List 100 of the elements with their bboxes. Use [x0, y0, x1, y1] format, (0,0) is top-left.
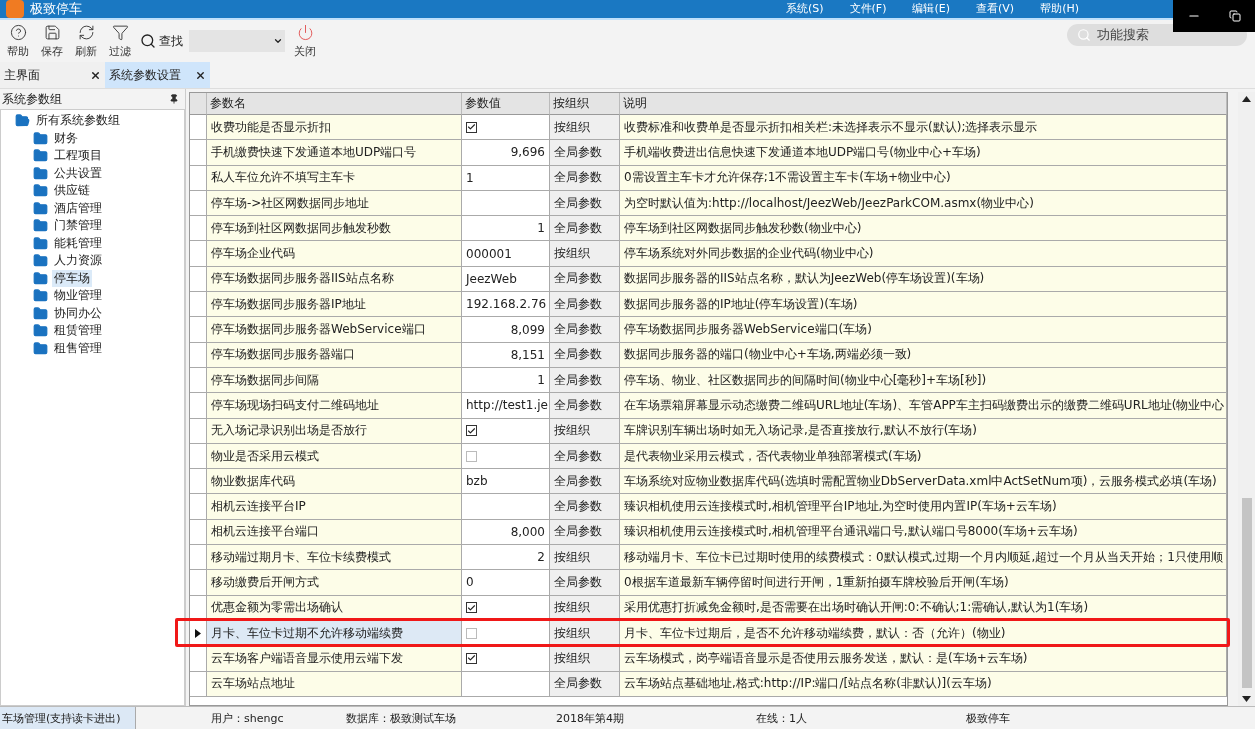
table-cell: 0	[462, 570, 550, 596]
table-cell: 停车场数据同步服务器IP地址	[207, 292, 462, 318]
tree-item[interactable]: 财务	[52, 129, 80, 147]
scroll-down-icon[interactable]	[1242, 696, 1251, 702]
table-cell: 是代表物业采用云模式，否代表物业单独部署模式(车场)	[620, 443, 1227, 470]
table-cell: 云车场模式，岗亭端语音显示是否使用云服务发送，默认：是(车场+云车场)	[620, 646, 1227, 672]
table-cell: 为空时默认值为:http://localhost/JeezWeb/JeezParkCOM.asmx(物业中心)	[620, 190, 1227, 217]
close-icon[interactable]	[195, 69, 206, 81]
menu-item[interactable]: 文件(F)	[849, 2, 887, 16]
checkbox[interactable]	[466, 627, 477, 639]
menu-item[interactable]: 系统(S)	[786, 2, 824, 16]
table-cell: 按组织	[550, 646, 620, 672]
tab[interactable]: 系统参数设置	[105, 62, 210, 88]
table-cell: bzb	[462, 469, 550, 495]
table-cell: 数据同步服务器的IP地址(停车场设置)(车场)	[620, 292, 1227, 318]
table-cell: 私人车位允许不填写主车卡	[207, 165, 462, 191]
checkbox[interactable]	[466, 121, 477, 133]
menu-item[interactable]: 帮助(H)	[1040, 2, 1079, 16]
column-header[interactable]: 说明	[620, 93, 1227, 115]
table-cell: 停车场数据同步服务器WebService端口(车场)	[620, 317, 1227, 343]
table-cell: 停车场数据同步间隔	[207, 367, 462, 394]
tree-item[interactable]: 酒店管理	[52, 199, 104, 217]
close-icon[interactable]	[90, 69, 101, 81]
checkbox[interactable]	[466, 450, 477, 462]
menu-item[interactable]: 编辑(E)	[912, 2, 951, 16]
table-cell: 停车场、物业、社区数据同步的间隔时间(物业中心[毫秒]+车场[秒])	[620, 367, 1227, 394]
tree-item[interactable]: 能耗管理	[52, 234, 104, 252]
checkbox[interactable]	[466, 652, 477, 664]
table-cell: 全局参数	[550, 494, 620, 520]
table-cell: 2	[462, 545, 550, 571]
scroll-up-icon[interactable]	[1242, 96, 1251, 102]
table-cell: 车场系统对应物业数据库代码(选填时需配置物业DbServerData.xml中ActSetNum项)，云服务模式必填(车场)	[620, 469, 1227, 495]
table-cell: 移动缴费后开闸方式	[207, 570, 462, 596]
table-cell: 全局参数	[550, 317, 620, 343]
table-cell: 停车场系统对外同步数据的企业代码(物业中心)	[620, 241, 1227, 267]
close-button[interactable]: 关闭	[291, 21, 319, 61]
tree-item[interactable]: 人力资源	[52, 252, 104, 270]
table-cell: 数据同步服务器的端口(物业中心+车场,两端必须一致)	[620, 342, 1227, 368]
table-cell: 停车场到社区网数据同步触发秒数(物业中心)	[620, 216, 1227, 242]
column-header[interactable]: 参数名	[207, 93, 462, 115]
save-icon	[43, 23, 61, 41]
table-cell: 在车场票箱屏幕显示动态缴费二维码URL地址(车场)、车管APP车主扫码缴费出示的缴费二维码URL地址(物业中心	[620, 393, 1227, 419]
table-cell: 0根据车道最新车辆停留时间进行开闸，1重新拍摄车牌校验后开闸(车场)	[620, 570, 1227, 596]
table-cell: 000001	[462, 241, 550, 267]
table-cell: 无入场记录识别出场是否放行	[207, 418, 462, 444]
status-item: 在线：1人	[756, 710, 808, 726]
row-header-corner	[190, 93, 207, 115]
current-row-icon	[195, 628, 201, 638]
toolbar-button[interactable]: 过滤	[106, 21, 134, 61]
table-cell: 停车场企业代码	[207, 241, 462, 267]
tree-item[interactable]: 公共设置	[52, 164, 104, 182]
table-cell: 云车场站点基础地址,格式:http://IP:端口/[站点名称(非默认)](云车场)	[620, 671, 1227, 697]
checkbox[interactable]	[466, 602, 477, 614]
pin-icon[interactable]	[169, 94, 179, 104]
tree-item[interactable]: 工程项目	[52, 147, 104, 165]
table-cell: 物业是否采用云模式	[207, 443, 462, 470]
table-cell: 按组织	[550, 115, 620, 141]
status-item: 极致停车	[966, 710, 1011, 726]
status-item: 数据库：极致测试车场	[346, 710, 457, 726]
tree-item[interactable]: 租售管理	[52, 339, 104, 357]
table-cell: 全局参数	[550, 367, 620, 394]
table-cell: 手机端收费进出信息快速下发通道本地UDP端口号(物业中心+车场)	[620, 140, 1227, 166]
tree-item[interactable]: 协同办公	[52, 304, 104, 322]
table-cell: 全局参数	[550, 443, 620, 470]
column-header[interactable]: 参数值	[462, 93, 550, 115]
table-cell: 1	[462, 165, 550, 191]
table-cell: 8,000	[462, 519, 550, 546]
table-cell: 相机云连接平台端口	[207, 519, 462, 546]
panel-title: 系统参数组	[2, 90, 62, 108]
table-cell: 全局参数	[550, 469, 620, 495]
toolbar-button[interactable]: 保存	[38, 21, 66, 61]
table-cell: 1	[462, 367, 550, 394]
column-header[interactable]: 按组织	[550, 93, 620, 115]
tree-item[interactable]: 停车场	[52, 269, 92, 287]
table-cell: 按组织	[550, 418, 620, 444]
table-cell: 停车场现场扫码支付二维码地址	[207, 393, 462, 419]
table-cell: 8,151	[462, 342, 550, 368]
table-cell: 0需设置主车卡才允许保存;1不需设置主车卡(车场+物业中心)	[620, 165, 1227, 191]
filter-icon	[111, 23, 129, 41]
tree-item[interactable]: 物业管理	[52, 287, 104, 305]
checkbox[interactable]	[466, 425, 477, 437]
table-cell: 全局参数	[550, 671, 620, 697]
menu-item[interactable]: 查看(V)	[976, 2, 1015, 16]
toolbar-button[interactable]: 刷新	[72, 21, 100, 61]
logo-icon	[6, 0, 24, 18]
table-cell: 全局参数	[550, 292, 620, 318]
table-cell: 全局参数	[550, 393, 620, 419]
table-cell: 全局参数	[550, 140, 620, 166]
search-icon	[140, 33, 156, 49]
tree-item[interactable]: 所有系统参数组	[34, 112, 122, 130]
table-cell: 移动端过期月卡、车位卡续费模式	[207, 545, 462, 571]
scroll-thumb[interactable]	[1241, 498, 1252, 688]
toolbar-button[interactable]: 帮助	[4, 21, 32, 61]
tree-item[interactable]: 租赁管理	[52, 322, 104, 340]
table-cell: 按组织	[550, 241, 620, 267]
tree-item[interactable]: 门禁管理	[52, 217, 104, 235]
restore-icon[interactable]	[1229, 10, 1241, 22]
tree-item[interactable]: 供应链	[52, 182, 92, 200]
status-item: 用户：shengc	[210, 710, 285, 726]
table-cell: 全局参数	[550, 190, 620, 217]
